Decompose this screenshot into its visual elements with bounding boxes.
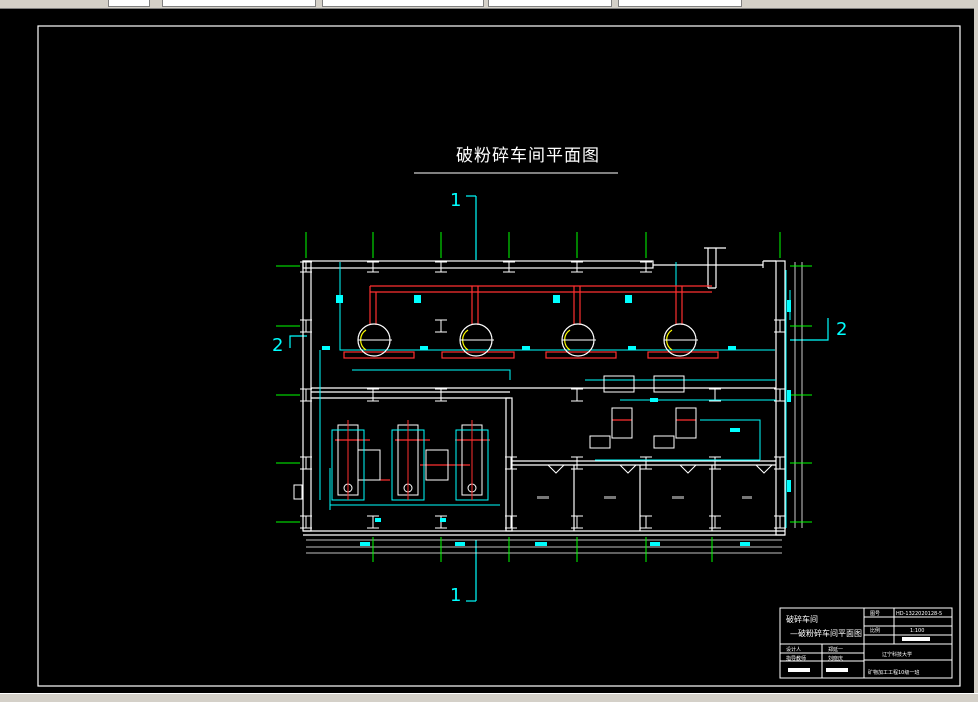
class-name: 矿物加工工程10级一班	[868, 669, 919, 676]
signature-mark-2	[826, 668, 848, 672]
drawing-no-label: 图号	[870, 611, 880, 617]
scale-label: 比例	[870, 627, 880, 634]
signature-mark-1	[788, 668, 810, 672]
screen-units	[337, 424, 483, 496]
dimension-lines	[306, 262, 803, 554]
designer-label: 设计人	[786, 646, 801, 653]
screen-drives	[347, 420, 473, 500]
crusher-1	[357, 323, 392, 357]
drawing-no: HD-1322020128-5	[896, 611, 942, 617]
middle-equipment	[293, 375, 773, 500]
cad-drawing-canvas[interactable]: 破粉碎车间平面图 1 1 2 2 破碎车间 —破粉碎车间平面图 图号 HD-13…	[0, 0, 978, 701]
designer-name: 郑延一	[828, 646, 843, 653]
axis-markers	[276, 232, 812, 562]
feed-chute	[704, 247, 776, 289]
advisor-label: 指导教师	[786, 655, 806, 662]
section-line-2-left	[289, 335, 307, 348]
crusher-2	[459, 323, 494, 357]
crusher-3	[561, 323, 596, 357]
sheet-mark	[902, 637, 930, 641]
scale-value: 1:100	[910, 628, 924, 634]
school-name: 辽宁科技大学	[882, 651, 912, 658]
section-label-2-left: 2	[272, 335, 283, 356]
title-block-project: 破碎车间	[786, 614, 818, 624]
columns	[300, 261, 786, 529]
floor-marks	[537, 496, 752, 499]
crusher-units	[357, 323, 698, 357]
drawing-frame	[37, 25, 961, 687]
section-label-2-right: 2	[836, 319, 847, 340]
section-label-1-top: 1	[450, 190, 461, 211]
drawing-title: 破粉碎车间平面图	[456, 146, 600, 166]
crusher-4	[663, 323, 698, 357]
advisor-name: 刘晓庆	[828, 655, 843, 662]
building-walls	[302, 260, 786, 536]
section-label-1-bottom: 1	[450, 585, 461, 606]
section-line-2-right	[790, 318, 829, 341]
title-block-drawing-name: —破粉碎车间平面图	[790, 628, 862, 638]
